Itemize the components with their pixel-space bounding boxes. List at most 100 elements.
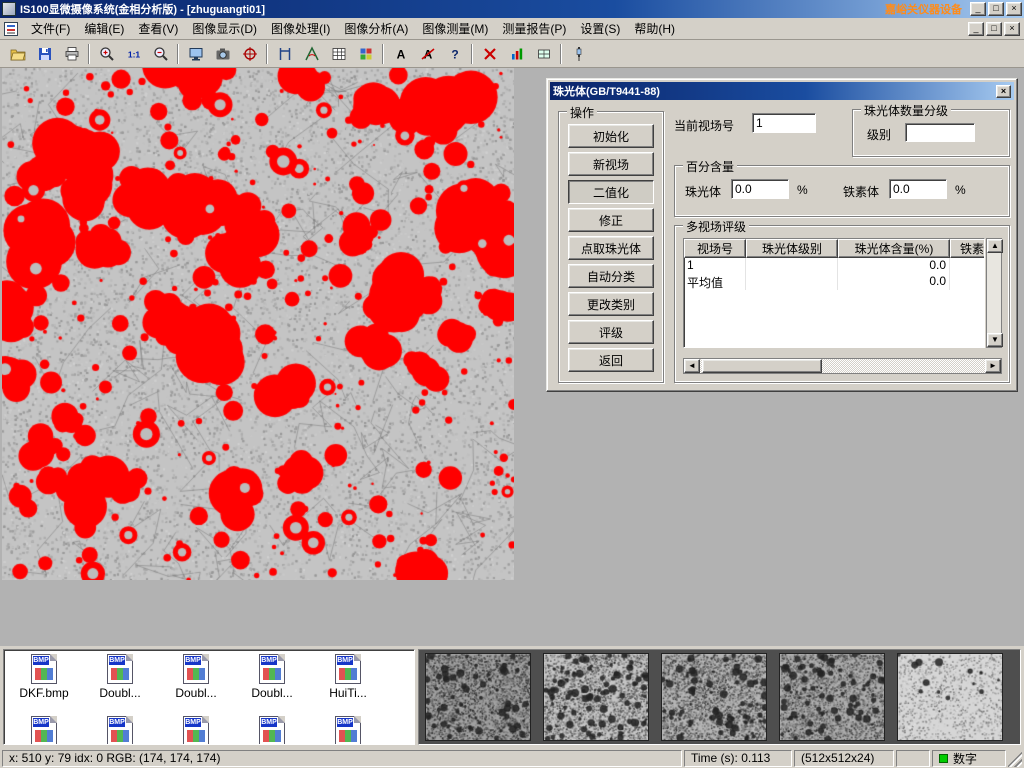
grade-input[interactable]: [905, 123, 975, 142]
multifield-table[interactable]: 视场号珠光体级别珠光体含量(%)铁素体10.0平均值0.0: [683, 238, 985, 348]
scroll-left-icon[interactable]: ◄: [684, 359, 700, 373]
table-header-cell[interactable]: 视场号: [684, 239, 746, 258]
menu-item-8[interactable]: 测量报告(P): [495, 18, 573, 39]
pearlite-percent-sign: %: [797, 183, 808, 197]
report-table-button[interactable]: [326, 42, 351, 65]
file-item-clipped[interactable]: BMP: [159, 716, 233, 745]
menu-item-4[interactable]: 图像显示(D): [185, 18, 264, 39]
actual-size-button[interactable]: 1:1: [121, 42, 146, 65]
menu-item-3[interactable]: 查看(V): [131, 18, 185, 39]
current-field-input[interactable]: [752, 113, 816, 133]
table-row[interactable]: 10.0: [684, 258, 984, 274]
table-header-cell[interactable]: 珠光体级别: [746, 239, 838, 258]
close-button[interactable]: ×: [1006, 2, 1022, 16]
file-list[interactable]: BMPDKF.bmpBMPDoubl...BMPDoubl...BMPDoubl…: [3, 649, 415, 745]
grid-button[interactable]: [353, 42, 378, 65]
menu-item-2[interactable]: 编辑(E): [77, 18, 131, 39]
menu-item-5[interactable]: 图像处理(I): [264, 18, 337, 39]
caliper-button[interactable]: [272, 42, 297, 65]
file-item-clipped[interactable]: BMP: [7, 716, 81, 745]
file-item-4[interactable]: BMPDoubl...: [235, 654, 309, 700]
bmp-preview: [263, 668, 281, 680]
op-button-8[interactable]: 评级: [568, 320, 654, 344]
cells-button[interactable]: [531, 42, 556, 65]
table-row[interactable]: 平均值0.0: [684, 274, 984, 290]
mdi-close-button[interactable]: ×: [1004, 22, 1020, 36]
menu-item-9[interactable]: 设置(S): [573, 18, 627, 39]
menu-item-7[interactable]: 图像测量(M): [415, 18, 495, 39]
file-item-clipped[interactable]: BMP: [311, 716, 385, 745]
page-fold: [354, 654, 361, 661]
print-button[interactable]: [59, 42, 84, 65]
probe-button[interactable]: [566, 42, 591, 65]
scrollbar-thumb[interactable]: [702, 359, 822, 373]
angle-measure-button[interactable]: [299, 42, 324, 65]
op-button-6[interactable]: 自动分类: [568, 264, 654, 288]
title-bar: IS100显微摄像系统(金相分析版) - [zhuguangti01] 嘉峪关仪…: [0, 0, 1024, 18]
mdi-minimize-button[interactable]: _: [968, 22, 984, 36]
dialog-close-button[interactable]: ×: [996, 85, 1011, 98]
bmp-preview: [263, 730, 281, 742]
ferrite-percent-input[interactable]: [889, 179, 947, 199]
op-button-3[interactable]: 二值化: [568, 180, 654, 204]
table-header-row: 视场号珠光体级别珠光体含量(%)铁素体: [684, 239, 984, 258]
camera-button[interactable]: [210, 42, 235, 65]
thumbnail-image-1[interactable]: [425, 653, 531, 741]
file-item-clipped[interactable]: BMP: [83, 716, 157, 745]
zoom-in-button[interactable]: [94, 42, 119, 65]
scroll-right-icon[interactable]: ►: [985, 359, 1001, 373]
toolbar-separator: [382, 44, 384, 64]
menu-item-6[interactable]: 图像分析(A): [337, 18, 415, 39]
metallographic-image[interactable]: [2, 68, 514, 580]
mdi-restore-button[interactable]: □: [986, 22, 1002, 36]
table-header-cell[interactable]: 铁素体: [950, 239, 985, 258]
capture-button[interactable]: [183, 42, 208, 65]
op-button-1[interactable]: 初始化: [568, 124, 654, 148]
file-item-5[interactable]: BMPHuiTi...: [311, 654, 385, 700]
table-horizontal-scrollbar[interactable]: ◄ ►: [683, 358, 1002, 374]
zoom-out-button[interactable]: [148, 42, 173, 65]
help-button[interactable]: ?: [442, 42, 467, 65]
document-icon[interactable]: [4, 22, 18, 36]
op-button-5[interactable]: 点取珠光体: [568, 236, 654, 260]
op-button-9[interactable]: 返回: [568, 348, 654, 372]
table-header-cell[interactable]: 珠光体含量(%): [838, 239, 950, 258]
op-button-4[interactable]: 修正: [568, 208, 654, 232]
cut-button[interactable]: [477, 42, 502, 65]
menu-item-10[interactable]: 帮助(H): [627, 18, 682, 39]
percent-group-label: 百分含量: [683, 158, 737, 175]
save-button[interactable]: [32, 42, 57, 65]
minimize-button[interactable]: _: [970, 2, 986, 16]
status-coordinates: x: 510 y: 79 idx: 0 RGB: (174, 174, 174): [2, 750, 682, 767]
text-label-off-button[interactable]: A: [415, 42, 440, 65]
file-item-3[interactable]: BMPDoubl...: [159, 654, 233, 700]
bmp-file-icon: BMP: [107, 654, 133, 684]
bmp-label: BMP: [337, 718, 353, 727]
resize-grip[interactable]: [1008, 750, 1022, 767]
maximize-button[interactable]: □: [988, 2, 1004, 16]
file-item-1[interactable]: BMPDKF.bmp: [7, 654, 81, 700]
histogram-button[interactable]: [504, 42, 529, 65]
op-button-7[interactable]: 更改类别: [568, 292, 654, 316]
thumbnail-image-2[interactable]: [543, 653, 649, 741]
file-row-1: BMPDKF.bmpBMPDoubl...BMPDoubl...BMPDoubl…: [6, 654, 412, 700]
dialog-title-bar[interactable]: 珠光体(GB/T9441-88) ×: [550, 82, 1014, 100]
scroll-down-icon[interactable]: ▼: [987, 333, 1003, 347]
thumbnail-image-5[interactable]: [897, 653, 1003, 741]
table-vertical-scrollbar[interactable]: ▲ ▼: [986, 238, 1002, 348]
pearlite-percent-input[interactable]: [731, 179, 789, 199]
file-item-2[interactable]: BMPDoubl...: [83, 654, 157, 700]
thumbnail-image-3[interactable]: [661, 653, 767, 741]
svg-text:A: A: [396, 47, 405, 61]
status-image-size: (512x512x24): [794, 750, 894, 767]
menu-item-1[interactable]: 文件(F): [24, 18, 77, 39]
text-label-button[interactable]: A: [388, 42, 413, 65]
operations-group-label: 操作: [567, 104, 597, 121]
open-button[interactable]: [5, 42, 30, 65]
file-item-clipped[interactable]: BMP: [235, 716, 309, 745]
thumbnail-image-4[interactable]: [779, 653, 885, 741]
target-button[interactable]: [237, 42, 262, 65]
actual-size-icon: 1:1: [126, 46, 142, 62]
op-button-2[interactable]: 新视场: [568, 152, 654, 176]
scroll-up-icon[interactable]: ▲: [987, 239, 1003, 253]
